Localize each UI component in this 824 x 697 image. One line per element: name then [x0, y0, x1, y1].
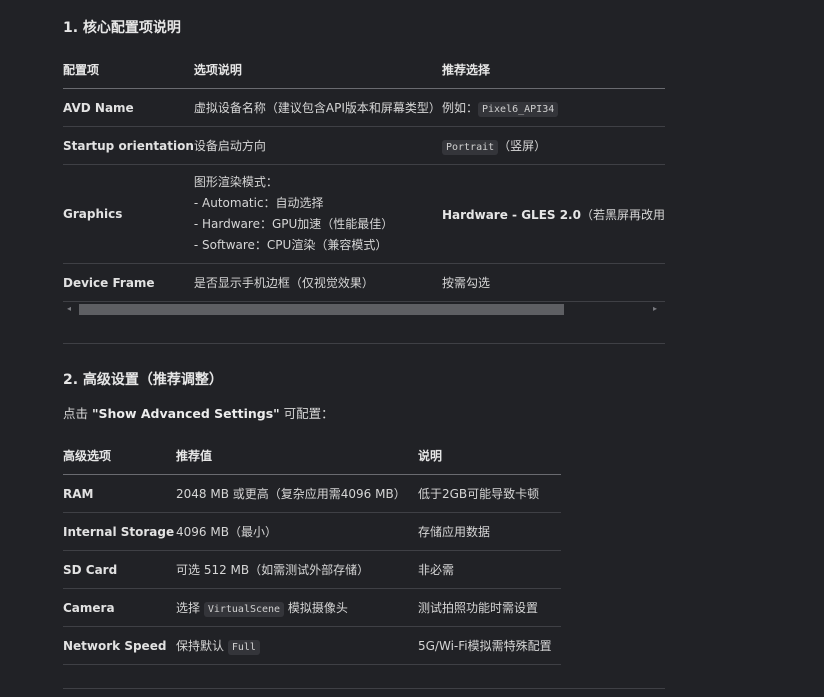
config-desc: 图形渲染模式： - Automatic：自动选择 - Hardware：GPU加… — [193, 164, 442, 264]
config-name: Device Frame — [63, 263, 194, 302]
table-header: 配置项 — [63, 50, 194, 89]
option-name: Internal Storage — [63, 512, 176, 551]
rec-suffix: （竖屏） — [498, 139, 547, 153]
config-name: Graphics — [63, 164, 194, 264]
option-name: RAM — [63, 474, 176, 513]
inline-code: Portrait — [441, 140, 499, 155]
scrollbar-thumb[interactable] — [79, 304, 564, 315]
section-divider — [63, 688, 665, 689]
config-rec: 例如： Pixel6_API34 — [441, 88, 665, 127]
horizontal-scrollbar[interactable]: ◂ ▸ — [63, 302, 665, 316]
inline-code: Pixel6_API34 — [477, 102, 559, 117]
section-heading-core-config: 1. 核心配置项说明 — [63, 20, 181, 36]
table-header: 高级选项 — [63, 436, 176, 475]
option-name: SD Card — [63, 550, 176, 589]
rec-suffix: （若黑屏再改用 — [580, 207, 665, 222]
inline-code: Full — [227, 640, 260, 655]
table-row: SD Card 可选 512 MB（如需测试外部存储） 非必需 — [63, 550, 561, 589]
table-header: 推荐值 — [176, 436, 418, 475]
section-heading-advanced: 2. 高级设置（推荐调整） — [63, 372, 223, 388]
value-prefix: 选择 — [176, 601, 204, 615]
config-desc: 虚拟设备名称（建议包含API版本和屏幕类型） — [193, 88, 442, 127]
config-rec: Hardware - GLES 2.0（若黑屏再改用 — [441, 164, 665, 264]
desc-line: - Automatic：自动选择 — [193, 196, 324, 210]
option-name: Camera — [63, 588, 176, 627]
config-desc: 设备启动方向 — [193, 126, 442, 165]
table-row: Device Frame 是否显示手机边框（仅视觉效果） 按需勾选 — [63, 263, 665, 302]
intro-prefix: 点击 — [63, 406, 92, 421]
option-value: 选择 VirtualScene 模拟摄像头 — [176, 588, 418, 627]
config-desc: 是否显示手机边框（仅视觉效果） — [193, 263, 442, 302]
advanced-intro: 点击 "Show Advanced Settings" 可配置： — [63, 404, 334, 424]
option-value: 4096 MB（最小） — [176, 512, 418, 551]
config-rec: Portrait （竖屏） — [441, 126, 665, 165]
config-name: Startup orientation — [63, 126, 194, 165]
table-header: 推荐选择 — [441, 50, 665, 89]
intro-bold: "Show Advanced Settings" — [91, 406, 280, 421]
option-note: 5G/Wi-Fi模拟需特殊配置 — [418, 626, 561, 665]
table-row: Camera 选择 VirtualScene 模拟摄像头 测试拍照功能时需设置 — [63, 588, 561, 627]
option-value: 2048 MB 或更高（复杂应用需4096 MB） — [176, 474, 418, 513]
rec-prefix: 例如： — [441, 101, 478, 115]
value-prefix: 保持默认 — [176, 639, 228, 653]
option-name: Network Speed — [63, 626, 176, 665]
desc-line: 图形渲染模式： — [193, 175, 278, 189]
option-note: 低于2GB可能导致卡顿 — [418, 474, 561, 513]
scroll-left-arrow-icon[interactable]: ◂ — [67, 305, 71, 313]
table-row: Startup orientation 设备启动方向 Portrait （竖屏） — [63, 126, 665, 165]
rec-bold: Hardware - GLES 2.0 — [441, 207, 581, 222]
table-row: Graphics 图形渲染模式： - Automatic：自动选择 - Hard… — [63, 164, 665, 264]
option-note: 测试拍照功能时需设置 — [418, 588, 561, 627]
section-divider — [63, 343, 665, 344]
table-header: 说明 — [418, 436, 561, 475]
option-note: 存储应用数据 — [418, 512, 561, 551]
value-suffix: 模拟摄像头 — [284, 601, 348, 615]
table-header: 选项说明 — [193, 50, 442, 89]
intro-suffix: 可配置： — [279, 406, 334, 421]
core-config-table: 配置项 选项说明 推荐选择 AVD Name 虚拟设备名称（建议包含API版本和… — [63, 50, 665, 302]
table-row: Internal Storage 4096 MB（最小） 存储应用数据 — [63, 512, 561, 551]
option-value: 可选 512 MB（如需测试外部存储） — [176, 550, 418, 589]
advanced-settings-table: 高级选项 推荐值 说明 RAM 2048 MB 或更高（复杂应用需4096 MB… — [63, 436, 561, 665]
table-row: Network Speed 保持默认 Full 5G/Wi-Fi模拟需特殊配置 — [63, 626, 561, 665]
desc-line: - Software：CPU渲染（兼容模式） — [193, 238, 388, 252]
scroll-right-arrow-icon[interactable]: ▸ — [653, 305, 657, 313]
desc-line: - Hardware：GPU加速（性能最佳） — [193, 217, 394, 231]
config-rec: 按需勾选 — [441, 263, 665, 302]
table-row: RAM 2048 MB 或更高（复杂应用需4096 MB） 低于2GB可能导致卡… — [63, 474, 561, 513]
page: 1. 核心配置项说明 配置项 选项说明 推荐选择 AVD Name 虚拟设备名称… — [0, 0, 824, 697]
config-name: AVD Name — [63, 88, 194, 127]
inline-code: VirtualScene — [203, 602, 285, 617]
option-note: 非必需 — [418, 550, 561, 589]
table-row: AVD Name 虚拟设备名称（建议包含API版本和屏幕类型） 例如： Pixel… — [63, 88, 665, 127]
option-value: 保持默认 Full — [176, 626, 418, 665]
